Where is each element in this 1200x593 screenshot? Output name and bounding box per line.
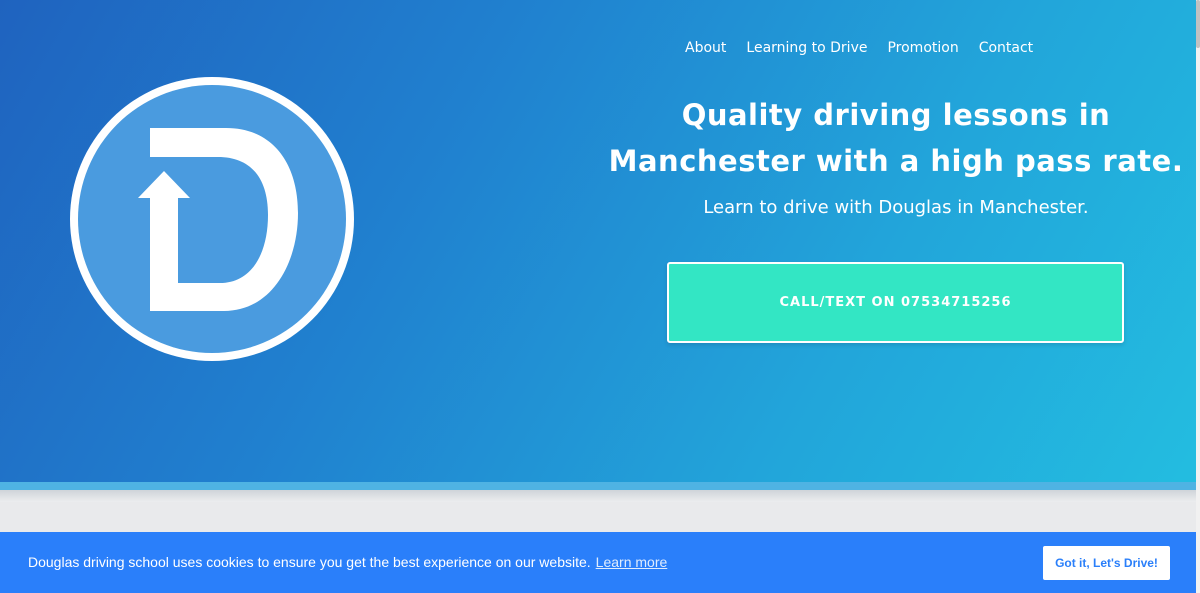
main-nav: About Learning to Drive Promotion Contac… bbox=[685, 38, 1033, 58]
call-text-button[interactable]: CALL/TEXT ON 07534715256 bbox=[667, 262, 1124, 343]
nav-item-about[interactable]: About bbox=[685, 38, 726, 58]
cookie-message: Douglas driving school uses cookies to e… bbox=[28, 554, 591, 570]
nav-item-learning-to-drive[interactable]: Learning to Drive bbox=[746, 38, 867, 58]
section-divider bbox=[0, 490, 1196, 502]
cookie-consent-bar: Douglas driving school uses cookies to e… bbox=[0, 532, 1196, 593]
hero-headline-line2: Manchester with a high pass rate. bbox=[608, 144, 1184, 178]
hero-headline-line1: Quality driving lessons in bbox=[681, 98, 1111, 132]
scrollbar-thumb[interactable] bbox=[1196, 0, 1200, 48]
hero-subhead: Learn to drive with Douglas in Mancheste… bbox=[703, 197, 1089, 218]
hero-headline: Quality driving lessons in Manchester wi… bbox=[600, 92, 1192, 184]
logo-icon bbox=[66, 73, 358, 365]
page-scrollbar[interactable] bbox=[1196, 0, 1200, 593]
hero-section: About Learning to Drive Promotion Contac… bbox=[0, 0, 1196, 490]
nav-item-contact[interactable]: Contact bbox=[979, 38, 1033, 58]
cookie-accept-button[interactable]: Got it, Let's Drive! bbox=[1043, 546, 1170, 580]
hero-bottom-band bbox=[0, 482, 1196, 490]
cookie-message-container: Douglas driving school uses cookies to e… bbox=[28, 553, 667, 571]
cookie-learn-more-link[interactable]: Learn more bbox=[596, 554, 668, 570]
page: About Learning to Drive Promotion Contac… bbox=[0, 0, 1200, 593]
nav-item-promotion[interactable]: Promotion bbox=[887, 38, 958, 58]
